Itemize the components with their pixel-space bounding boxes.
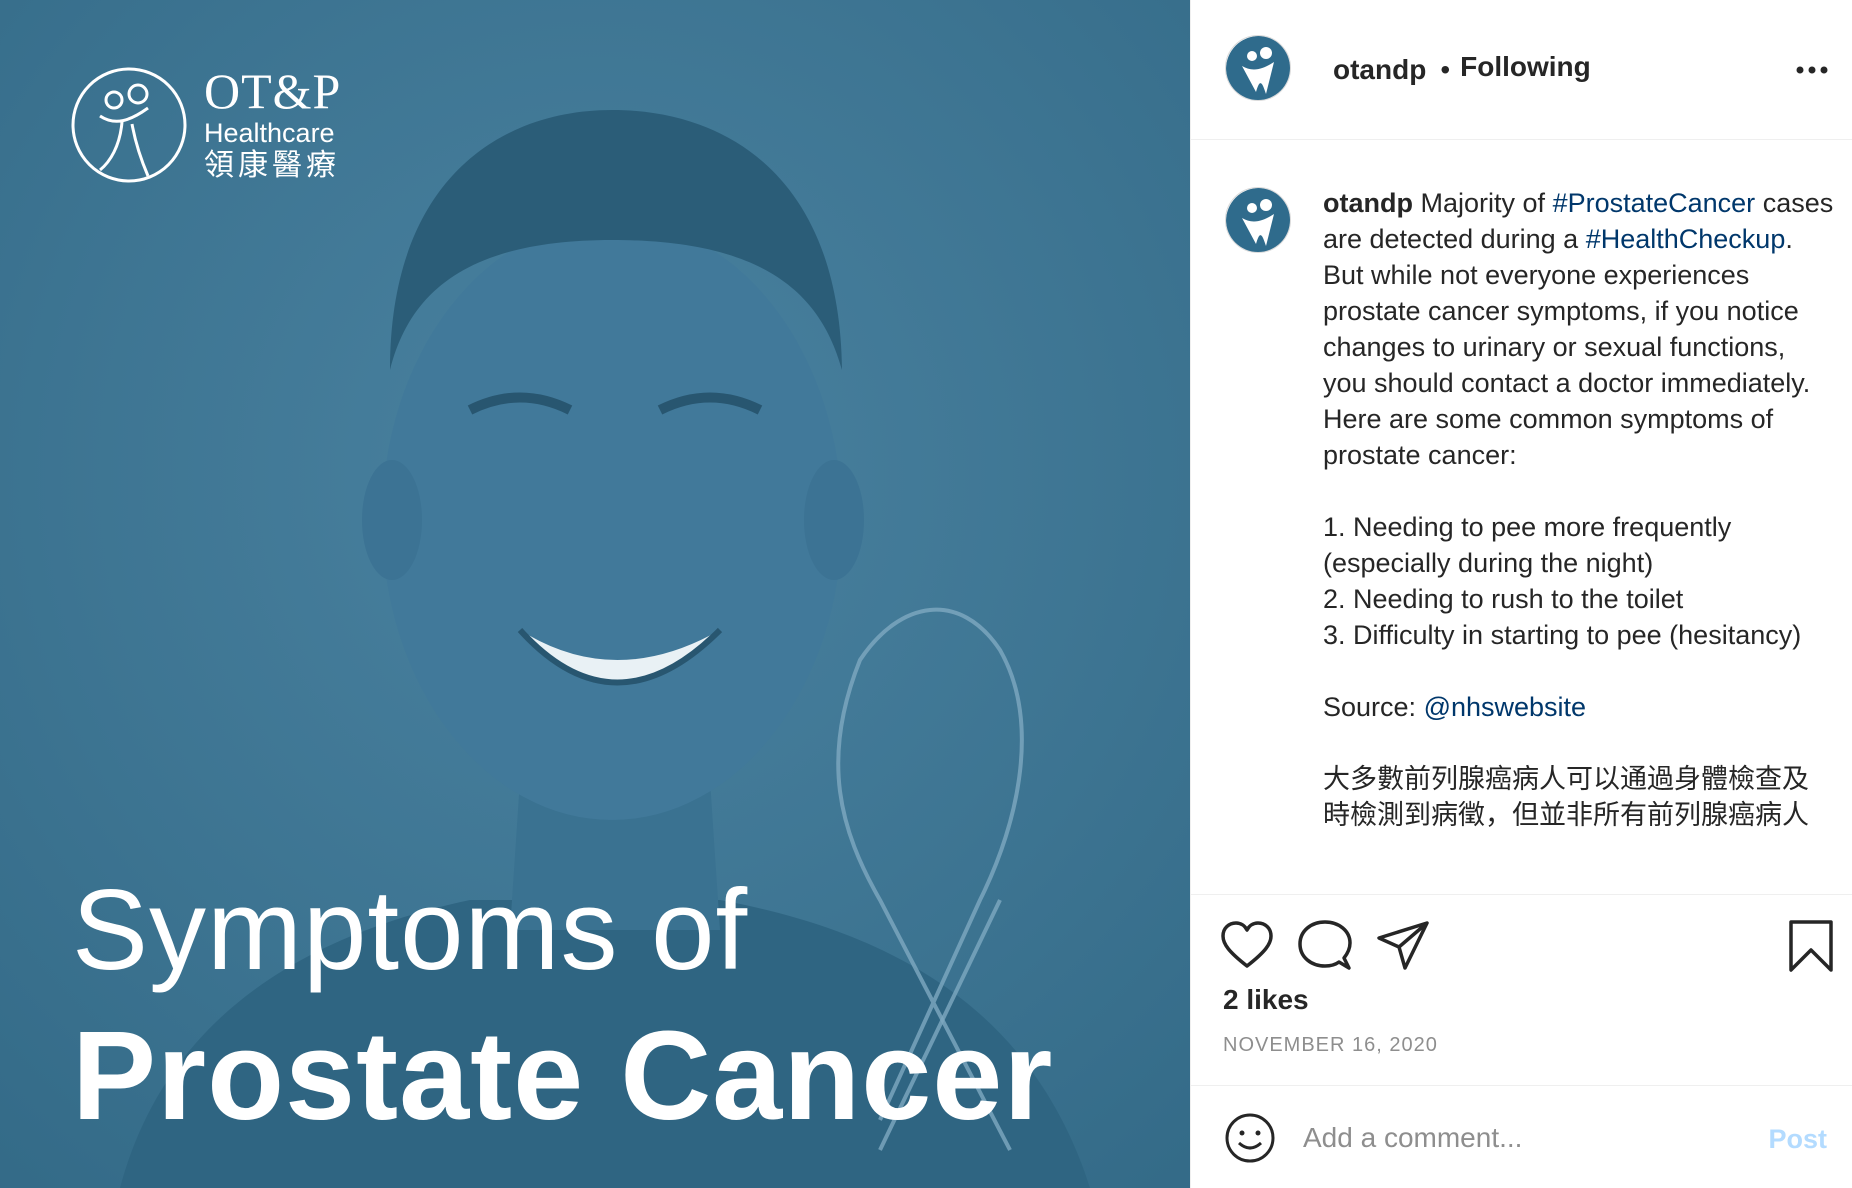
following-button[interactable]: Following [1460, 51, 1591, 83]
bookmark-icon[interactable] [1783, 918, 1839, 974]
brand-chinese-name: 領康醫療 [204, 149, 340, 182]
symptom-list-item: 2. Needing to rush to the toilet [1323, 584, 1684, 614]
avatar[interactable] [1225, 187, 1291, 253]
post-actions: 2 likes NOVEMBER 16, 2020 [1191, 896, 1852, 1086]
likes-count[interactable]: 2 likes [1223, 984, 1309, 1016]
otp-logo-emblem [71, 67, 187, 183]
headline-line-2: Prostate Cancer [72, 1005, 1054, 1146]
avatar[interactable] [1225, 34, 1291, 101]
post-date: NOVEMBER 16, 2020 [1223, 1034, 1438, 1056]
caption-chinese-text: 大多數前列腺癌病人可以通過身體檢查及時檢測到病徵，但並非所有前列腺癌病人 [1323, 764, 1809, 830]
hashtag-link[interactable]: #HealthCheckup [1586, 224, 1786, 254]
post-header: otandp • Following [1191, 0, 1852, 140]
heart-icon[interactable] [1219, 918, 1275, 974]
more-options-icon[interactable] [1795, 58, 1829, 82]
hashtag-link[interactable]: #ProstateCancer [1553, 188, 1756, 218]
caption-text: . But while not everyone experiences pro… [1323, 224, 1811, 470]
symptom-list-item: 3. Difficulty in starting to pee (hesita… [1323, 620, 1802, 650]
comment-form: Post [1191, 1088, 1852, 1188]
caption-text: Majority of [1420, 188, 1546, 218]
emoji-icon[interactable] [1223, 1111, 1277, 1165]
caption-scroll-area[interactable]: otandp Majority of #ProstateCancer cases… [1191, 141, 1852, 895]
header-username[interactable]: otandp [1333, 54, 1426, 86]
caption-intro: otandp Majority of #ProstateCancer cases… [1323, 185, 1835, 473]
brand-subtitle: Healthcare [204, 118, 335, 148]
post-side-panel: otandp • Following otandp Majority of #P… [1190, 0, 1852, 1188]
mention-link[interactable]: @nhswebsite [1424, 692, 1587, 722]
post-image[interactable]: OT&P Healthcare 領康醫療 Symptoms of Prostat… [0, 0, 1190, 1188]
symptom-list-item: 1. Needing to pee more frequently (espec… [1323, 512, 1732, 578]
post-comment-button[interactable]: Post [1768, 1124, 1827, 1155]
header-separator: • [1440, 53, 1451, 85]
otp-avatar-icon [1226, 188, 1290, 252]
otp-avatar-icon [1226, 35, 1290, 100]
post-caption: otandp Majority of #ProstateCancer cases… [1323, 185, 1835, 833]
source-label: Source: [1323, 692, 1417, 722]
headline-line-1: Symptoms of [72, 867, 749, 994]
brand-name: OT&P [204, 63, 342, 119]
share-icon[interactable] [1375, 918, 1431, 974]
brand-text: OT&P Healthcare 領康醫療 [204, 66, 341, 184]
caption-source: Source: @nhswebsite [1323, 689, 1835, 725]
comment-input[interactable] [1303, 1113, 1753, 1163]
comment-icon[interactable] [1297, 918, 1353, 974]
caption-username[interactable]: otandp [1323, 188, 1413, 218]
brand-logo: OT&P Healthcare 領康醫療 [70, 66, 341, 184]
